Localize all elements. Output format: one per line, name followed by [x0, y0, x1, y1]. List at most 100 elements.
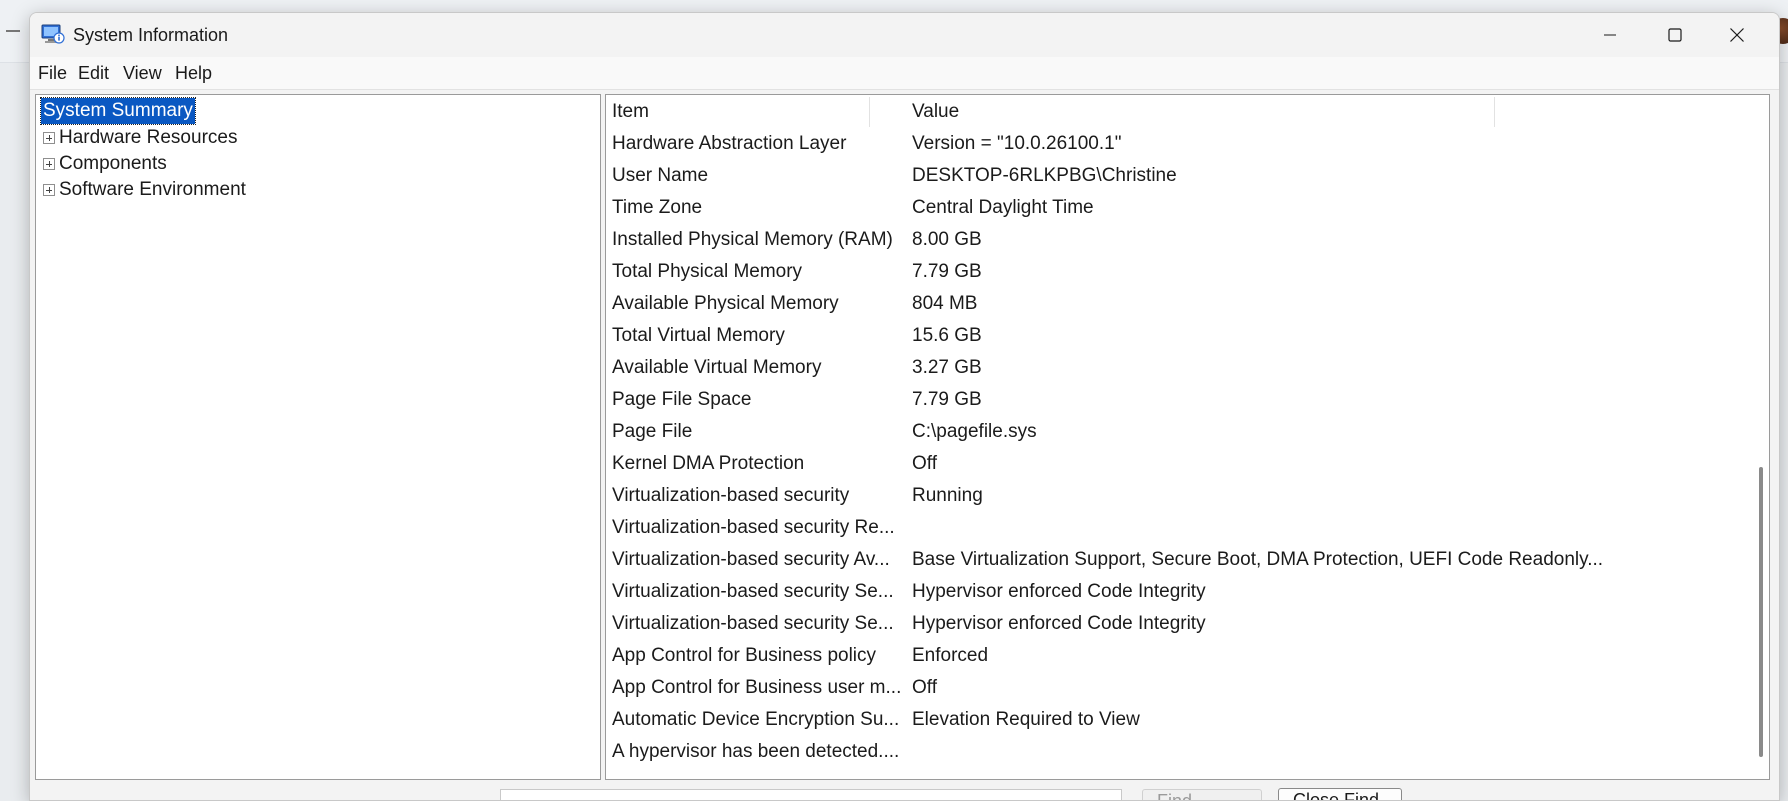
row-value-cell: Central Daylight Time [912, 197, 1094, 218]
tree-item-label: Components [59, 153, 167, 174]
table-row[interactable]: Virtualization-based security Re... [606, 513, 1738, 545]
table-row[interactable]: Kernel DMA Protection Off [606, 449, 1738, 481]
tree-item-label: Hardware Resources [59, 127, 238, 148]
row-item-cell: App Control for Business policy [612, 645, 877, 666]
row-item-cell: Total Virtual Memory [612, 325, 785, 346]
row-value-cell: Base Virtualization Support, Secure Boot… [912, 549, 1604, 570]
menu-help[interactable]: Help [171, 63, 216, 84]
plus-box-icon[interactable] [43, 184, 55, 196]
row-value-cell: Hypervisor enforced Code Integrity [912, 581, 1206, 602]
row-item-cell: App Control for Business user m... [612, 677, 900, 698]
find-bar: Find Close Find [30, 783, 1779, 800]
table-row[interactable]: Virtualization-based security Av... Base … [606, 545, 1738, 577]
close-icon [1730, 28, 1744, 42]
table-row[interactable]: Page File C:\pagefile.sys [606, 417, 1738, 449]
category-tree[interactable]: System Summary Hardware Resources Compon… [35, 94, 601, 780]
system-information-icon [41, 24, 65, 44]
table-row[interactable]: App Control for Business policy Enforced [606, 641, 1738, 673]
table-row[interactable]: Total Physical Memory 7.79 GB [606, 257, 1738, 289]
row-value-cell: Off [912, 677, 937, 698]
table-row[interactable]: Automatic Device Encryption Su... Elevati… [606, 705, 1738, 737]
row-item-cell: Time Zone [612, 197, 703, 218]
maximize-icon [1668, 28, 1682, 42]
row-item-cell: User Name [612, 165, 709, 186]
row-item-cell: Available Virtual Memory [612, 357, 822, 378]
table-row[interactable]: Hardware Abstraction Layer Version = "10.… [606, 129, 1738, 161]
row-item-cell: Available Physical Memory [612, 293, 839, 314]
row-item-cell: Automatic Device Encryption Su... [612, 709, 900, 730]
row-value-cell: Enforced [912, 645, 989, 666]
table-row[interactable]: Available Physical Memory 804 MB [606, 289, 1738, 321]
close-find-button[interactable]: Close Find [1278, 788, 1402, 801]
minimize-button[interactable] [1575, 13, 1645, 57]
tree-item-label: Software Environment [59, 179, 246, 200]
tree-item-hardware-resources[interactable]: Hardware Resources [36, 124, 237, 152]
background-minimize-mark [6, 30, 20, 32]
row-value-cell: Version = "10.0.26100.1" [912, 133, 1122, 154]
title-bar[interactable]: System Information [30, 13, 1779, 57]
column-header-item[interactable]: Item [606, 95, 906, 129]
column-divider[interactable] [1494, 97, 1495, 127]
maximize-button[interactable] [1640, 13, 1710, 57]
plus-box-icon[interactable] [43, 132, 55, 144]
table-row[interactable]: Virtualization-based security Running [606, 481, 1738, 513]
row-value-cell: 7.79 GB [912, 389, 982, 410]
close-button[interactable] [1702, 13, 1772, 57]
row-value-cell: Hypervisor enforced Code Integrity [912, 613, 1206, 634]
row-value-cell: Running [912, 485, 983, 506]
row-item-cell: Total Physical Memory [612, 261, 803, 282]
row-value-cell: 804 MB [912, 293, 978, 314]
list-rows: Hardware Abstraction Layer Version = "10.… [606, 129, 1738, 769]
row-item-cell: Virtualization-based security [612, 485, 850, 506]
row-item-cell: Page File [612, 421, 693, 442]
menu-edit[interactable]: Edit [74, 63, 113, 84]
table-row[interactable]: Virtualization-based security Se... Hyper… [606, 577, 1738, 609]
row-item-cell: Hardware Abstraction Layer [612, 133, 847, 154]
column-divider[interactable] [869, 97, 870, 127]
table-row[interactable]: App Control for Business user m... Off [606, 673, 1738, 705]
row-item-cell: A hypervisor has been detected.... [612, 741, 900, 762]
row-value-cell: 3.27 GB [912, 357, 982, 378]
table-row[interactable]: Virtualization-based security Se... Hyper… [606, 609, 1738, 641]
row-item-cell: Virtualization-based security Av... [612, 549, 890, 570]
tree-item-components[interactable]: Components [36, 150, 167, 178]
table-row[interactable]: Installed Physical Memory (RAM) 8.00 GB [606, 225, 1738, 257]
row-value-cell: Elevation Required to View [912, 709, 1140, 730]
close-find-button-label: Close Find [1293, 790, 1380, 801]
row-item-cell: Virtualization-based security Se... [612, 613, 894, 634]
row-item-cell: Installed Physical Memory (RAM) [612, 229, 893, 250]
table-row[interactable]: A hypervisor has been detected.... [606, 737, 1738, 769]
find-what-input[interactable] [500, 789, 1122, 800]
system-information-window: System Information File Edit View Help S… [29, 12, 1780, 801]
row-item-cell: Virtualization-based security Re... [612, 517, 895, 538]
window-title: System Information [73, 25, 229, 45]
details-list[interactable]: Item Value Hardware Abstraction Layer Ver… [605, 94, 1770, 780]
table-row[interactable]: Total Virtual Memory 15.6 GB [606, 321, 1738, 353]
table-row[interactable]: User Name DESKTOP-6RLKPBG\Christine [606, 161, 1738, 193]
table-row[interactable]: Page File Space 7.79 GB [606, 385, 1738, 417]
row-value-cell: C:\pagefile.sys [912, 421, 1037, 442]
list-header: Item Value [606, 95, 1738, 129]
plus-box-icon[interactable] [43, 158, 55, 170]
menu-bar: File Edit View Help [30, 57, 1779, 90]
tree-item-system-summary[interactable]: System Summary [36, 97, 196, 125]
tree-item-software-environment[interactable]: Software Environment [36, 176, 246, 204]
menu-view[interactable]: View [119, 63, 166, 84]
vertical-scrollbar[interactable] [1751, 95, 1769, 779]
row-value-cell: 15.6 GB [912, 325, 982, 346]
row-value-cell: 7.79 GB [912, 261, 982, 282]
table-row[interactable]: Time Zone Central Daylight Time [606, 193, 1738, 225]
table-row[interactable]: Available Virtual Memory 3.27 GB [606, 353, 1738, 385]
row-item-cell: Page File Space [612, 389, 752, 410]
row-item-cell: Kernel DMA Protection [612, 453, 805, 474]
find-button[interactable]: Find [1142, 789, 1262, 801]
menu-file[interactable]: File [34, 63, 71, 84]
row-value-cell: 8.00 GB [912, 229, 982, 250]
row-value-cell: Off [912, 453, 937, 474]
column-header-value[interactable]: Value [906, 95, 1526, 129]
row-item-cell: Virtualization-based security Se... [612, 581, 894, 602]
row-value-cell: DESKTOP-6RLKPBG\Christine [912, 165, 1177, 186]
scrollbar-thumb[interactable] [1759, 467, 1763, 757]
find-button-label: Find [1157, 791, 1193, 801]
tree-item-label: System Summary [40, 97, 196, 125]
